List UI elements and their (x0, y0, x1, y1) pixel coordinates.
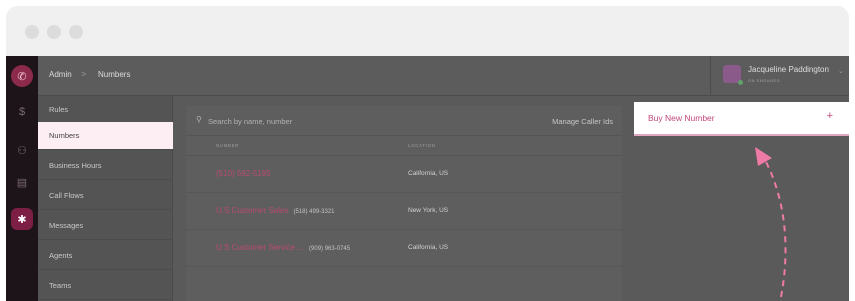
number-location: California, US (408, 244, 449, 251)
number-value: (518) 499-3321 (293, 209, 335, 215)
buy-new-number-label: Buy New Number (648, 113, 715, 123)
breadcrumb-admin[interactable]: Admin (49, 70, 72, 79)
breadcrumb-current: Numbers (98, 70, 131, 79)
icon-rail: ✆ $ ⚇ ▤ ✱ (6, 56, 38, 301)
sidebar-item-business-hours[interactable]: Business Hours (38, 152, 173, 180)
number-name: U.S Customer Service ... (216, 243, 305, 252)
numbers-panel: ⚲ Search by name, number Manage Caller I… (186, 106, 622, 301)
sidebar-item-rules[interactable]: Rules (38, 96, 173, 124)
search-bar[interactable]: ⚲ Search by name, number Manage Caller I… (186, 106, 622, 136)
number-name: (510) 592-5195 (216, 169, 271, 178)
plus-icon: + (826, 110, 833, 122)
app-body: ✆ $ ⚇ ▤ ✱ Admin > Numbers Jacqueline Pad… (6, 56, 849, 301)
column-header-number: NUMBER (216, 143, 240, 148)
manage-caller-ids-link[interactable]: Manage Caller Ids (552, 117, 613, 126)
breadcrumb-separator: > (81, 69, 87, 79)
table-row[interactable]: U.S Customer Sales (518) 499-3321 New Yor… (186, 193, 622, 230)
settings-sidebar: Rules Numbers Business Hours Call Flows … (38, 96, 173, 301)
user-status: ON ENGAGED (748, 78, 781, 83)
table-row[interactable]: (510) 592-5195 California, US (186, 156, 622, 193)
table-row[interactable]: U.S Customer Service ... (909) 963-0745 C… (186, 230, 622, 267)
app-window: ✆ $ ⚇ ▤ ✱ Admin > Numbers Jacqueline Pad… (6, 6, 849, 301)
window-minimize-button[interactable] (47, 25, 61, 39)
number-location: New York, US (408, 207, 449, 214)
search-icon: ⚲ (196, 115, 202, 124)
gear-icon[interactable]: ✱ (11, 208, 33, 230)
sidebar-item-numbers[interactable]: Numbers (38, 122, 173, 150)
search-input[interactable]: Search by name, number (208, 117, 292, 126)
number-location: California, US (408, 170, 449, 177)
buy-new-number-button[interactable]: Buy New Number + (634, 102, 849, 136)
user-name: Jacqueline Paddington (748, 65, 829, 74)
chevron-down-icon[interactable]: ⌄ (838, 67, 844, 75)
number-value: (909) 963-0745 (309, 246, 351, 252)
card-icon[interactable]: ▤ (11, 171, 33, 193)
dollar-icon[interactable]: $ (11, 101, 33, 123)
column-header-location: LOCATION (408, 143, 436, 148)
window-maximize-button[interactable] (69, 25, 83, 39)
top-bar: Admin > Numbers Jacqueline Paddington ON… (38, 56, 849, 96)
sidebar-item-teams[interactable]: Teams (38, 272, 173, 300)
people-icon[interactable]: ⚇ (11, 139, 33, 161)
user-menu[interactable]: Jacqueline Paddington ON ENGAGED ⌄ (710, 56, 849, 96)
sidebar-item-call-flows[interactable]: Call Flows (38, 182, 173, 210)
phone-logo-icon[interactable]: ✆ (11, 65, 33, 87)
sidebar-item-messages[interactable]: Messages (38, 212, 173, 240)
number-name: U.S Customer Sales (216, 206, 289, 215)
sidebar-item-agents[interactable]: Agents (38, 242, 173, 270)
window-titlebar (6, 6, 849, 56)
status-dot (738, 80, 743, 85)
window-close-button[interactable] (25, 25, 39, 39)
